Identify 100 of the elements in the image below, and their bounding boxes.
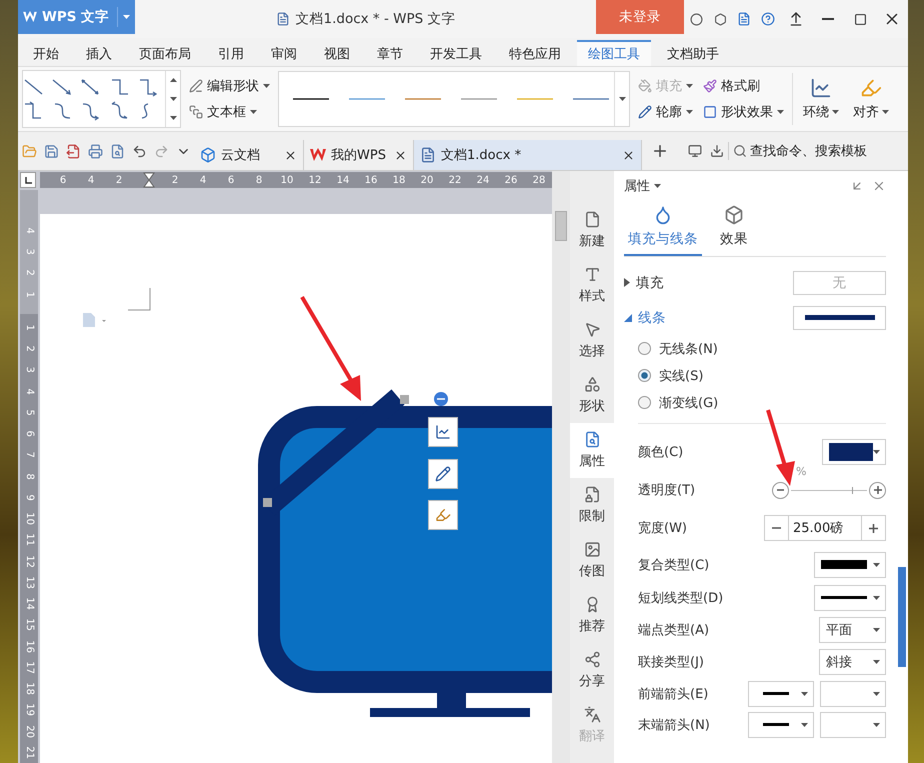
- line-style-dropdown[interactable]: [814, 584, 886, 610]
- pencil-icon: [435, 466, 451, 482]
- menu-tab[interactable]: 绘图工具: [577, 40, 651, 66]
- increase-button[interactable]: [869, 482, 886, 498]
- decrease-button[interactable]: [772, 482, 789, 498]
- shape-effects-button[interactable]: 形状效果: [701, 103, 786, 121]
- document-tab[interactable]: 文档1.docx *: [414, 140, 642, 170]
- caret-icon: [686, 110, 693, 114]
- paint-bucket-icon: [638, 79, 652, 93]
- align-button[interactable]: 对齐: [849, 77, 893, 121]
- type-dropdown[interactable]: 平面: [819, 617, 886, 643]
- outline-button[interactable]: 轮廓: [636, 103, 695, 121]
- menu-tab[interactable]: 审阅: [260, 40, 308, 66]
- line-style-dropdown[interactable]: [814, 552, 886, 578]
- rotate-handle[interactable]: [434, 392, 448, 406]
- side-nav-item[interactable]: 选择: [570, 313, 614, 368]
- menu-tab[interactable]: 视图: [313, 40, 361, 66]
- section-header[interactable]: 填充: [624, 274, 664, 292]
- connector-gallery[interactable]: [22, 70, 181, 128]
- plus-icon: [869, 524, 878, 532]
- side-nav-item[interactable]: 推荐: [570, 588, 614, 643]
- close-icon[interactable]: [394, 148, 407, 162]
- vertical-scrollbar[interactable]: [552, 171, 570, 763]
- tab-stop-button[interactable]: [20, 172, 36, 188]
- property-label: 宽度(W): [638, 520, 687, 537]
- plus-icon: [874, 486, 882, 494]
- side-nav-item[interactable]: 形状: [570, 368, 614, 423]
- edit-shape-button[interactable]: 编辑形状: [187, 77, 272, 95]
- menu-tab[interactable]: 插入: [75, 40, 123, 66]
- shape-style-button[interactable]: [428, 459, 458, 489]
- caret-icon: [618, 97, 626, 101]
- app-menu-button[interactable]: WPS 文字: [18, 0, 135, 34]
- panel-tab[interactable]: 效果: [716, 201, 752, 256]
- command-search[interactable]: 查找命令、搜索模板: [728, 142, 867, 160]
- section-header[interactable]: 线条: [624, 308, 666, 326]
- property-label: 透明度(T): [638, 482, 696, 499]
- minus-icon: [777, 489, 784, 491]
- caret-icon: [873, 562, 880, 566]
- menu-tab[interactable]: 页面布局: [128, 40, 202, 66]
- menu-tab[interactable]: 文档助手: [656, 40, 730, 66]
- shapes-icon: [584, 376, 600, 393]
- wrap-button[interactable]: 环绕: [799, 77, 843, 121]
- indent-marker-icon[interactable]: [143, 172, 155, 188]
- arrow-style-dropdown[interactable]: [748, 712, 814, 738]
- horizontal-ruler: 6 4 2 2 4 6 8 10 12 14 16 18 20 22 24 26 28: [40, 172, 552, 188]
- layout-options-button[interactable]: [428, 417, 458, 447]
- side-nav-item[interactable]: 传图: [570, 533, 614, 588]
- format-painter-button[interactable]: 格式刷: [701, 77, 786, 95]
- outline-style-button[interactable]: [428, 500, 458, 530]
- increase-button[interactable]: [861, 515, 886, 541]
- side-nav-item[interactable]: 分享: [570, 643, 614, 698]
- side-nav-item[interactable]: 样式: [570, 258, 614, 313]
- radio-option[interactable]: 无线条(N): [624, 335, 886, 362]
- caret-icon: [686, 84, 693, 88]
- text-box-icon: [189, 105, 203, 119]
- menu-tab[interactable]: 开发工具: [419, 40, 493, 66]
- line-preview: [763, 723, 789, 726]
- caret-icon: [873, 722, 880, 726]
- side-nav-item[interactable]: 属性: [570, 423, 614, 478]
- type-dropdown[interactable]: 斜接: [819, 649, 886, 675]
- property-label: 联接类型(J): [638, 654, 704, 671]
- menu-tab[interactable]: 引用: [207, 40, 255, 66]
- panel-scrollbar[interactable]: [898, 567, 906, 667]
- caret-icon: [801, 692, 808, 696]
- monitor-drawing[interactable]: [258, 389, 552, 717]
- width-field[interactable]: 25.00磅: [789, 515, 861, 541]
- search-icon: [733, 144, 747, 158]
- close-icon[interactable]: [284, 148, 297, 162]
- panel-title[interactable]: 属性: [624, 177, 661, 195]
- menu-tab[interactable]: 特色应用: [498, 40, 572, 66]
- menu-tab[interactable]: 开始: [22, 40, 70, 66]
- resize-handle[interactable]: [263, 498, 272, 507]
- resize-handle[interactable]: [400, 395, 409, 404]
- paintbrush-icon: [703, 79, 717, 93]
- property-label: 短划线类型(D): [638, 590, 724, 606]
- color-picker[interactable]: [822, 439, 886, 465]
- caret-icon: [873, 628, 880, 632]
- caret-icon: [170, 96, 176, 101]
- triangle-icon: [624, 278, 630, 287]
- line-preview: [763, 692, 789, 695]
- radio-icon[interactable]: [638, 396, 651, 409]
- radio-option[interactable]: 渐变线(G): [624, 389, 886, 416]
- line-dropdown[interactable]: [793, 306, 886, 330]
- side-nav-item[interactable]: 限制: [570, 478, 614, 533]
- radio-icon[interactable]: [638, 342, 651, 355]
- close-icon[interactable]: [622, 148, 635, 162]
- side-nav-item[interactable]: 新建: [570, 203, 614, 258]
- caret-icon: [170, 116, 176, 120]
- caret-icon: [654, 184, 661, 188]
- radio-option[interactable]: 实线(S): [624, 362, 886, 389]
- document-icon: [276, 12, 290, 26]
- menu-tab[interactable]: 章节: [366, 40, 414, 66]
- tab-stop-icon: [24, 176, 32, 184]
- panel-tab[interactable]: 填充与线条: [624, 201, 702, 256]
- cube-icon: [724, 205, 744, 225]
- arrow-style-dropdown[interactable]: [748, 680, 814, 706]
- property-label: 复合类型(C): [638, 556, 710, 574]
- cube-icon: [200, 147, 216, 163]
- radio-icon[interactable]: [638, 369, 651, 382]
- text-box-button[interactable]: 文本框: [187, 103, 272, 121]
